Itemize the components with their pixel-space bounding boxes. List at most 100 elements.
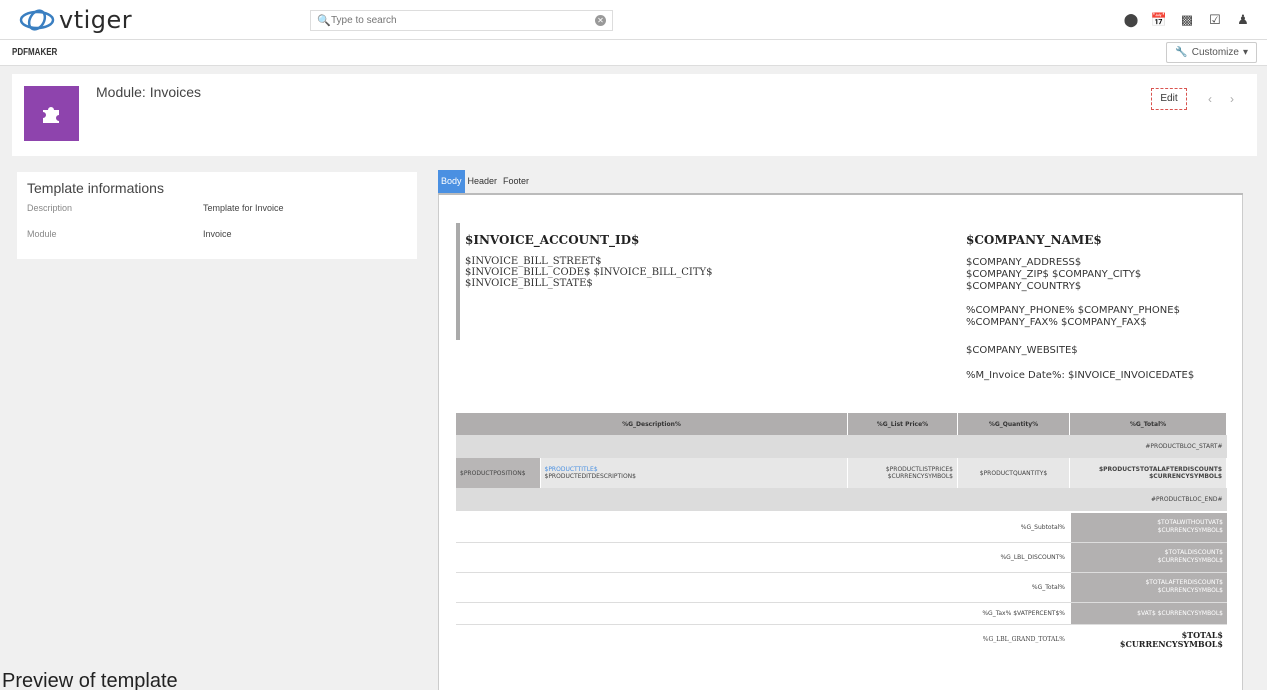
company-line: $COMPANY_COUNTRY$ xyxy=(966,281,1082,292)
totals-amount: $TOTALAFTERDISCOUNT$ xyxy=(1145,579,1223,586)
search-input[interactable] xyxy=(331,15,581,26)
plus-circle-icon[interactable]: ⬤ xyxy=(1117,12,1145,28)
product-title-cell: $PRODUCTTITLE$ $PRODUCTEDITDESCRIPTION$ xyxy=(540,458,848,488)
wrench-icon: 🔧 xyxy=(1175,47,1188,58)
tab-body[interactable]: Body xyxy=(438,170,465,194)
totals-currency: $CURRENCYSYMBOL$ xyxy=(1157,557,1223,564)
table-row: #PRODUCTBLOC_END# xyxy=(456,488,1227,511)
totals-label: %G_Tax% $VATPERCENT$% xyxy=(982,610,1065,617)
chart-icon[interactable]: ▩ xyxy=(1173,12,1201,28)
totals-value: $TOTALAFTERDISCOUNT$ $CURRENCYSYMBOL$ xyxy=(1071,573,1227,602)
invoice-date: %M_Invoice Date%: $INVOICE_INVOICEDATE$ xyxy=(966,370,1195,381)
totals-amount: $VAT$ $CURRENCYSYMBOL$ xyxy=(1137,610,1223,617)
totals-row: %G_LBL_GRAND_TOTAL% $TOTAL$ $CURRENCYSYM… xyxy=(456,625,1227,655)
table-header-row: %G_Description% %G_List Price% %G_Quanti… xyxy=(456,413,1227,435)
totals-value: $TOTALDISCOUNT$ $CURRENCYSYMBOL$ xyxy=(1071,543,1227,572)
totals-currency: $CURRENCYSYMBOL$ xyxy=(1157,527,1223,534)
vtiger-logo-icon xyxy=(19,9,55,31)
customize-button[interactable]: 🔧 Customize ▾ xyxy=(1166,42,1257,63)
billing-line: $INVOICE_BILL_STATE$ xyxy=(465,278,593,289)
totals-label: %G_LBL_GRAND_TOTAL% xyxy=(982,636,1065,643)
totals-value: $TOTAL$ $CURRENCYSYMBOL$ xyxy=(1071,625,1227,654)
billing-line: $INVOICE_BILL_STREET$ xyxy=(465,256,602,267)
module-brand[interactable]: PDFMAKER xyxy=(12,47,57,58)
top-navbar: vtiger 🔍 ✕ ⬤ 📅 ▩ ☑ ♟ xyxy=(0,0,1267,40)
template-preview: $INVOICE_ACCOUNT_ID$ $INVOICE_BILL_STREE… xyxy=(438,195,1243,690)
info-label: Module xyxy=(27,229,57,239)
module-header-card: Module: Invoices Edit ‹ › xyxy=(12,74,1257,156)
product-description: $PRODUCTEDITDESCRIPTION$ xyxy=(544,473,636,480)
table-row: #PRODUCTBLOC_START# xyxy=(456,435,1227,458)
company-name: $COMPANY_NAME$ xyxy=(966,233,1102,247)
next-record-icon[interactable]: › xyxy=(1221,88,1243,110)
totals-row: %G_LBL_DISCOUNT% $TOTALDISCOUNT$ $CURREN… xyxy=(456,543,1227,573)
totals-row: %G_Subtotal% $TOTALWITHOUTVAT$ $CURRENCY… xyxy=(456,513,1227,543)
vtiger-logo[interactable]: vtiger xyxy=(18,6,132,34)
preview-caption: Preview of template xyxy=(2,670,178,690)
company-line: %COMPANY_FAX% $COMPANY_FAX$ xyxy=(966,317,1147,328)
bloc-start: #PRODUCTBLOC_START# xyxy=(456,435,1227,458)
totals-currency: $CURRENCYSYMBOL$ xyxy=(1157,587,1223,594)
company-phone: %COMPANY_PHONE% $COMPANY_PHONE$ %COMPANY… xyxy=(966,305,1180,329)
totals-value: $TOTALWITHOUTVAT$ $CURRENCYSYMBOL$ xyxy=(1071,513,1227,542)
product-position: $PRODUCTPOSITION$ xyxy=(456,458,541,488)
account-title: $INVOICE_ACCOUNT_ID$ xyxy=(465,233,640,247)
info-row-description: Description Template for Invoice xyxy=(27,203,284,213)
company-address: $COMPANY_ADDRESS$ $COMPANY_ZIP$ $COMPANY… xyxy=(966,257,1141,293)
address-bar-decoration xyxy=(456,223,460,340)
column-header: %G_Total% xyxy=(1069,413,1227,435)
billing-address: $INVOICE_BILL_STREET$ $INVOICE_BILL_CODE… xyxy=(465,256,713,289)
template-tabs: Body Header Footer xyxy=(438,170,532,194)
list-price-currency: $CURRENCYSYMBOL$ xyxy=(887,473,953,480)
puzzle-icon xyxy=(24,86,79,141)
info-label: Description xyxy=(27,203,73,213)
totals-currency: $CURRENCYSYMBOL$ xyxy=(1119,639,1223,649)
totals-label: %G_LBL_DISCOUNT% xyxy=(1000,554,1065,561)
product-table: %G_Description% %G_List Price% %G_Quanti… xyxy=(456,413,1227,511)
info-row-module: Module Invoice xyxy=(27,229,232,239)
totals-label: %G_Total% xyxy=(1031,584,1065,591)
record-navigation: ‹ › xyxy=(1199,88,1243,110)
info-value: Template for Invoice xyxy=(203,203,284,213)
company-line: $COMPANY_ZIP$ $COMPANY_CITY$ xyxy=(966,269,1142,280)
column-header: %G_List Price% xyxy=(847,413,958,435)
user-icon[interactable]: ♟ xyxy=(1229,12,1257,28)
product-total: $PRODUCTSTOTALAFTERDISCOUNT$ $CURRENCYSY… xyxy=(1069,458,1227,488)
totals-section: %G_Subtotal% $TOTALWITHOUTVAT$ $CURRENCY… xyxy=(456,513,1227,655)
company-line: %COMPANY_PHONE% $COMPANY_PHONE$ xyxy=(966,305,1180,316)
search-icon: 🔍 xyxy=(317,15,331,27)
previous-record-icon[interactable]: ‹ xyxy=(1199,88,1221,110)
company-line: $COMPANY_ADDRESS$ xyxy=(966,257,1082,268)
template-info-title: Template informations xyxy=(27,180,164,196)
totals-value: $VAT$ $CURRENCYSYMBOL$ xyxy=(1071,603,1227,624)
column-header: %G_Quantity% xyxy=(957,413,1070,435)
caret-down-icon: ▾ xyxy=(1242,47,1248,58)
totals-row: %G_Total% $TOTALAFTERDISCOUNT$ $CURRENCY… xyxy=(456,573,1227,603)
tab-footer[interactable]: Footer xyxy=(500,170,532,194)
document-page: $INVOICE_ACCOUNT_ID$ $INVOICE_BILL_STREE… xyxy=(453,195,1229,690)
logo-text: vtiger xyxy=(59,6,133,34)
calendar-icon[interactable]: 📅 xyxy=(1145,12,1173,28)
tab-header[interactable]: Header xyxy=(465,170,501,194)
product-list-price: $PRODUCTLISTPRICE$ $CURRENCYSYMBOL$ xyxy=(847,458,958,488)
clear-search-icon[interactable]: ✕ xyxy=(595,15,606,26)
info-value: Invoice xyxy=(203,229,232,239)
global-search[interactable]: 🔍 ✕ xyxy=(310,10,613,31)
company-website: $COMPANY_WEBSITE$ xyxy=(966,345,1078,356)
billing-line: $INVOICE_BILL_CODE$ $INVOICE_BILL_CITY$ xyxy=(465,267,713,278)
bloc-end: #PRODUCTBLOC_END# xyxy=(456,488,1227,511)
total-value: $PRODUCTSTOTALAFTERDISCOUNT$ xyxy=(1098,466,1222,473)
template-info-card: Template informations Description Templa… xyxy=(17,172,417,259)
totals-amount: $TOTALDISCOUNT$ xyxy=(1164,549,1223,556)
totals-label: %G_Subtotal% xyxy=(1020,524,1065,531)
edit-button[interactable]: Edit xyxy=(1151,88,1187,110)
totals-amount: $TOTALWITHOUTVAT$ xyxy=(1157,519,1223,526)
tasks-icon[interactable]: ☑ xyxy=(1201,12,1229,28)
customize-label: Customize xyxy=(1191,47,1239,58)
table-row: $PRODUCTPOSITION$ $PRODUCTTITLE$ $PRODUC… xyxy=(456,458,1227,488)
product-quantity: $PRODUCTQUANTITY$ xyxy=(957,458,1070,488)
list-price-value: $PRODUCTLISTPRICE$ xyxy=(885,466,953,473)
module-title: Module: Invoices xyxy=(96,84,202,100)
column-header: %G_Description% xyxy=(456,413,848,435)
product-title: $PRODUCTTITLE$ xyxy=(544,466,598,473)
